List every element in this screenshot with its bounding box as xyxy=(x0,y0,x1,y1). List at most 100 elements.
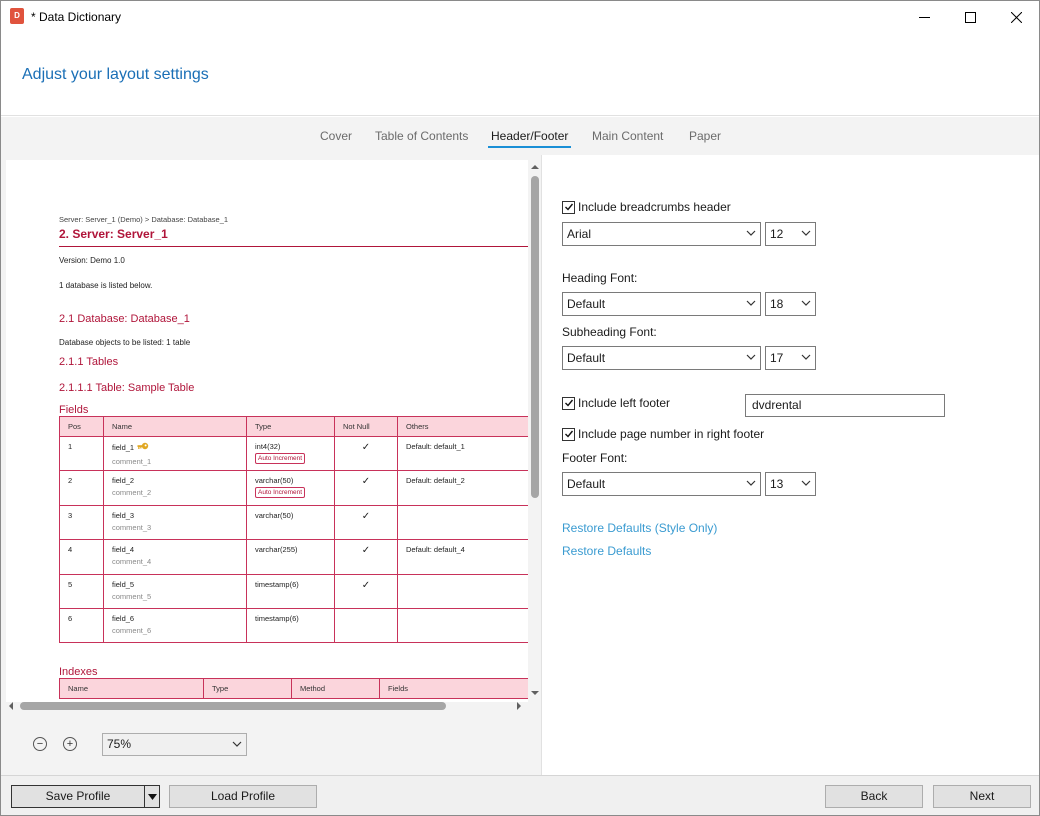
chevron-down-icon xyxy=(746,480,756,486)
cell-not-null: ✓ xyxy=(334,504,398,541)
cell-type: varchar(255) xyxy=(246,539,335,575)
back-button[interactable]: Back xyxy=(825,785,923,808)
breadcrumbs-header-checkbox[interactable] xyxy=(562,200,575,214)
preview-server-title: 2. Server: Server_1 xyxy=(59,227,168,241)
footer-size-select[interactable]: 13 xyxy=(765,472,816,496)
subheading-font-value: Default xyxy=(567,351,606,365)
restore-defaults-link[interactable]: Restore Defaults xyxy=(562,544,651,558)
cell-type: int4(32) Auto Increment xyxy=(246,435,335,472)
next-button[interactable]: Next xyxy=(933,785,1031,808)
table-row: 5 field_5 comment_5 timestamp(6) ✓ xyxy=(59,573,528,609)
app-logo-icon: D xyxy=(10,8,24,24)
preview-table-title: 2.1.1.1 Table: Sample Table xyxy=(59,382,195,394)
table-row: 3 field_3 comment_3 varchar(50) ✓ xyxy=(59,504,528,541)
preview-db-listed: 1 database is listed below. xyxy=(59,281,153,290)
chevron-down-icon xyxy=(232,741,242,747)
left-footer-input[interactable]: dvdrental xyxy=(745,394,945,417)
scroll-down-icon[interactable] xyxy=(530,688,540,698)
subheading-font-select[interactable]: Default xyxy=(562,346,761,370)
cell-not-null: ✓ xyxy=(334,435,398,472)
field-name: field_2 xyxy=(112,476,135,486)
preview-vertical-scrollbar[interactable] xyxy=(528,160,542,702)
column-header: Not Null xyxy=(334,416,398,437)
save-profile-dropdown-button[interactable] xyxy=(144,785,160,808)
scroll-right-icon[interactable] xyxy=(514,701,524,711)
heading-font-select[interactable]: Default xyxy=(562,292,761,316)
window-title: * Data Dictionary xyxy=(31,10,122,24)
preview-tables-title: 2.1.1 Tables xyxy=(59,356,119,368)
preview-indexes-title: Indexes xyxy=(59,666,98,678)
left-footer-value: dvdrental xyxy=(752,398,802,412)
restore-defaults-style-link[interactable]: Restore Defaults (Style Only) xyxy=(562,521,717,535)
cell-type: varchar(50) xyxy=(246,504,335,541)
column-header: Name xyxy=(103,416,247,437)
zoom-out-button[interactable]: − xyxy=(33,737,47,751)
page-number-checkbox[interactable] xyxy=(562,427,575,441)
tab-paper[interactable]: Paper xyxy=(689,129,721,146)
cell-pos: 6 xyxy=(59,607,104,644)
footer-font-select[interactable]: Default xyxy=(562,472,761,496)
preview-viewport[interactable]: Server: Server_1 (Demo) > Database: Data… xyxy=(6,160,528,702)
preview-db-objects: Database objects to be listed: 1 table xyxy=(59,338,191,347)
save-profile-button[interactable]: Save Profile xyxy=(11,785,145,808)
subheading-size-select[interactable]: 17 xyxy=(765,346,816,370)
cell-pos: 3 xyxy=(59,504,104,541)
column-header: Type xyxy=(246,416,335,437)
cell-pos: 1 xyxy=(59,435,104,472)
table-header-row: Pos Name Type Not Null Others xyxy=(59,416,528,437)
cell-name: field_3 comment_3 xyxy=(103,504,247,541)
cell-name: field_4 comment_4 xyxy=(103,539,247,575)
heading-size-value: 18 xyxy=(770,297,784,311)
field-type: int4(32) xyxy=(255,442,281,451)
breadcrumbs-font-select[interactable]: Arial xyxy=(562,222,761,246)
zoom-select[interactable]: 75% xyxy=(102,733,247,756)
chevron-down-icon xyxy=(801,230,811,236)
left-footer-label: Include left footer xyxy=(578,396,671,410)
tab-cover[interactable]: Cover xyxy=(320,129,352,146)
not-null-check-icon: ✓ xyxy=(361,510,371,522)
cell-others: Default: default_2 xyxy=(397,470,528,506)
close-button[interactable] xyxy=(993,1,1039,33)
heading-size-select[interactable]: 18 xyxy=(765,292,816,316)
tab-header-footer[interactable]: Header/Footer xyxy=(488,129,572,148)
footer-size-value: 13 xyxy=(770,477,784,491)
subheading-size-value: 17 xyxy=(770,351,784,365)
horizontal-scroll-thumb[interactable] xyxy=(20,702,446,710)
page-number-checkbox-row[interactable]: Include page number in right footer xyxy=(562,427,764,441)
field-comment: comment_6 xyxy=(112,625,152,635)
left-footer-checkbox[interactable] xyxy=(562,396,575,410)
breadcrumbs-header-checkbox-row[interactable]: Include breadcrumbs header xyxy=(562,200,731,214)
checkmark-icon xyxy=(564,430,573,438)
load-profile-button[interactable]: Load Profile xyxy=(169,785,317,808)
preview-breadcrumb: Server: Server_1 (Demo) > Database: Data… xyxy=(59,215,229,224)
settings-tabs: Cover Table of Contents Header/Footer Ma… xyxy=(1,117,1039,155)
preview-pane: Server: Server_1 (Demo) > Database: Data… xyxy=(1,155,542,775)
preview-fields-table: Pos Name Type Not Null Others 1 field_1 c… xyxy=(59,416,528,644)
caret-down-icon xyxy=(147,793,157,800)
footer-font-label: Footer Font: xyxy=(562,451,628,465)
not-null-check-icon: ✓ xyxy=(361,545,371,557)
auto-increment-badge: Auto Increment xyxy=(255,453,306,464)
maximize-button[interactable] xyxy=(947,1,993,33)
preview-version: Version: Demo 1.0 xyxy=(59,256,125,265)
settings-panel: Include breadcrumbs header Arial 12 Head… xyxy=(543,155,1039,775)
cell-others: Default: default_1 xyxy=(397,435,528,472)
breadcrumbs-size-select[interactable]: 12 xyxy=(765,222,816,246)
bottom-button-bar: Save Profile Load Profile Back Next xyxy=(1,775,1039,815)
field-comment: comment_1 xyxy=(112,457,152,466)
preview-horizontal-scrollbar[interactable] xyxy=(6,699,528,713)
cell-name: field_6 comment_6 xyxy=(103,607,247,644)
zoom-in-button[interactable]: + xyxy=(63,737,77,751)
field-name: field_6 xyxy=(112,613,135,623)
tab-main-content[interactable]: Main Content xyxy=(592,129,663,146)
vertical-scroll-thumb[interactable] xyxy=(531,176,539,498)
left-footer-checkbox-row[interactable]: Include left footer xyxy=(562,396,670,410)
minus-icon: − xyxy=(36,737,44,750)
cell-type: varchar(50) Auto Increment xyxy=(246,470,335,506)
heading-font-value: Default xyxy=(567,297,606,311)
scroll-left-icon[interactable] xyxy=(6,701,16,711)
minimize-button[interactable] xyxy=(901,1,947,33)
field-name: field_4 xyxy=(112,545,135,555)
scroll-up-icon[interactable] xyxy=(530,162,540,172)
tab-table-of-contents[interactable]: Table of Contents xyxy=(375,129,468,146)
